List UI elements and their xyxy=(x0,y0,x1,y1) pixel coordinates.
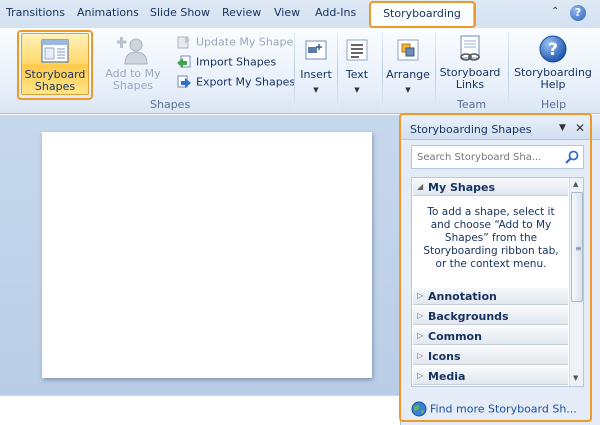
import-icon xyxy=(177,55,191,68)
insert-button[interactable]: Insert ▼ xyxy=(298,33,334,103)
tab-animations[interactable]: Animations xyxy=(77,6,139,19)
slide-workspace xyxy=(0,115,400,395)
section-backgrounds[interactable]: ▷ Backgrounds xyxy=(413,308,568,325)
grip-icon: ≡ xyxy=(575,244,582,253)
insert-dropdown-arrow-icon: ▼ xyxy=(313,86,319,94)
ribbon: Storyboard Shapes Add to My Shapes Updat… xyxy=(0,28,600,114)
add-to-my-shapes-button[interactable]: Add to My Shapes xyxy=(100,33,166,95)
shapes-list: ◢ My Shapes To add a shape, select it an… xyxy=(411,177,584,387)
storyboard-shapes-button[interactable]: Storyboard Shapes xyxy=(21,33,89,95)
arrange-icon xyxy=(397,39,419,61)
pane-options-icon[interactable]: ▼ xyxy=(559,123,566,133)
pane-title: Storyboarding Shapes xyxy=(410,123,532,136)
shapes-group-label: Shapes xyxy=(150,98,191,111)
team-group-label: Team xyxy=(457,98,487,111)
text-button[interactable]: Text ▼ xyxy=(341,33,373,103)
tab-add-ins[interactable]: Add-Ins xyxy=(315,6,356,19)
add-user-icon xyxy=(116,37,148,65)
scroll-thumb[interactable]: ≡ xyxy=(571,192,583,302)
insert-label: Insert xyxy=(300,68,332,81)
help-icon[interactable]: ? xyxy=(570,5,586,21)
section-annotation[interactable]: ▷ Annotation xyxy=(413,288,568,305)
pane-scrollbar[interactable]: ▲ ≡ ▼ xyxy=(569,178,583,386)
section-media[interactable]: ▷ Media xyxy=(413,368,568,385)
globe-icon xyxy=(411,401,427,417)
section-label: Icons xyxy=(428,350,461,363)
import-shapes-button[interactable]: Import Shapes xyxy=(176,54,276,72)
storyboarding-help-button[interactable]: ? Storyboarding Help xyxy=(512,33,594,95)
storyboarding-help-label: Storyboarding Help xyxy=(514,66,592,91)
scroll-up-arrow-icon[interactable]: ▲ xyxy=(573,180,578,188)
find-more-label: Find more Storyboard Sh... xyxy=(430,402,577,416)
storyboard-links-label: Storyboard Links xyxy=(439,66,501,91)
arrange-label: Arrange xyxy=(386,68,430,81)
text-align-icon xyxy=(346,39,368,61)
ribbon-separator xyxy=(508,32,509,112)
minimize-ribbon-icon[interactable]: ⌃ xyxy=(551,7,561,17)
tab-review[interactable]: Review xyxy=(222,6,261,19)
section-label: My Shapes xyxy=(428,181,496,194)
collapsed-arrow-icon: ▷ xyxy=(417,371,424,380)
slide-canvas[interactable] xyxy=(42,132,372,378)
section-common[interactable]: ▷ Common xyxy=(413,328,568,345)
close-icon[interactable]: ✕ xyxy=(575,121,585,135)
add-to-my-shapes-label: Add to My Shapes xyxy=(105,67,161,92)
collapsed-arrow-icon: ▷ xyxy=(417,331,424,340)
tab-storyboarding[interactable]: Storyboarding xyxy=(370,2,474,28)
section-label: Backgrounds xyxy=(428,310,509,323)
section-label: Media xyxy=(428,370,466,383)
find-more-link[interactable]: Find more Storyboard Sh... xyxy=(411,401,577,417)
storyboarding-shapes-pane: Storyboarding Shapes ▼ ✕ ◢ My Shapes To … xyxy=(400,115,600,425)
search-box xyxy=(411,145,584,169)
export-my-shapes-button[interactable]: Export My Shapes xyxy=(176,74,295,92)
section-icons[interactable]: ▷ Icons xyxy=(413,348,568,365)
update-my-shape-label: Update My Shape xyxy=(196,35,294,49)
section-label: Common xyxy=(428,330,482,343)
import-shapes-label: Import Shapes xyxy=(196,55,277,69)
svg-text:?: ? xyxy=(548,40,558,60)
update-my-shape-button[interactable]: Update My Shape xyxy=(176,34,293,52)
search-icon[interactable] xyxy=(564,149,580,165)
storyboard-shapes-icon xyxy=(41,39,69,63)
collapsed-arrow-icon: ▷ xyxy=(417,351,424,360)
tab-view[interactable]: View xyxy=(274,6,300,19)
help-question-icon: ? xyxy=(539,35,567,63)
insert-icon xyxy=(305,40,327,60)
tab-transitions[interactable]: Transitions xyxy=(6,6,65,19)
ribbon-separator xyxy=(382,32,383,112)
ribbon-tab-bar: Transitions Animations Slide Show Review… xyxy=(0,0,600,28)
arrange-button[interactable]: Arrange ▼ xyxy=(385,33,431,103)
collapsed-arrow-icon: ▷ xyxy=(417,311,424,320)
text-label: Text xyxy=(345,68,369,81)
scroll-down-arrow-icon[interactable]: ▼ xyxy=(573,374,578,382)
pane-title-bar: Storyboarding Shapes ▼ ✕ xyxy=(401,118,600,140)
export-my-shapes-label: Export My Shapes xyxy=(196,75,296,89)
section-label: Annotation xyxy=(428,290,497,303)
ribbon-separator xyxy=(337,32,338,112)
export-icon xyxy=(177,75,191,88)
tab-storyboarding-label: Storyboarding xyxy=(383,7,461,20)
storyboard-links-icon xyxy=(460,35,480,61)
section-my-shapes[interactable]: ◢ My Shapes xyxy=(413,179,568,196)
storyboard-links-button[interactable]: Storyboard Links xyxy=(439,33,501,95)
collapsed-arrow-icon: ▷ xyxy=(417,291,424,300)
ribbon-separator xyxy=(294,32,295,112)
tab-slide-show[interactable]: Slide Show xyxy=(150,6,210,19)
expanded-arrow-icon: ◢ xyxy=(417,182,424,191)
my-shapes-instructions: To add a shape, select it and choose “Ad… xyxy=(423,206,559,270)
notes-strip xyxy=(0,395,400,425)
ribbon-separator xyxy=(435,32,436,112)
storyboard-shapes-label: Storyboard Shapes xyxy=(24,68,86,93)
search-input[interactable] xyxy=(417,150,557,164)
text-dropdown-arrow-icon: ▼ xyxy=(354,86,360,94)
update-shape-icon xyxy=(177,36,190,49)
arrange-dropdown-arrow-icon: ▼ xyxy=(405,86,411,94)
help-group-label: Help xyxy=(541,98,567,111)
